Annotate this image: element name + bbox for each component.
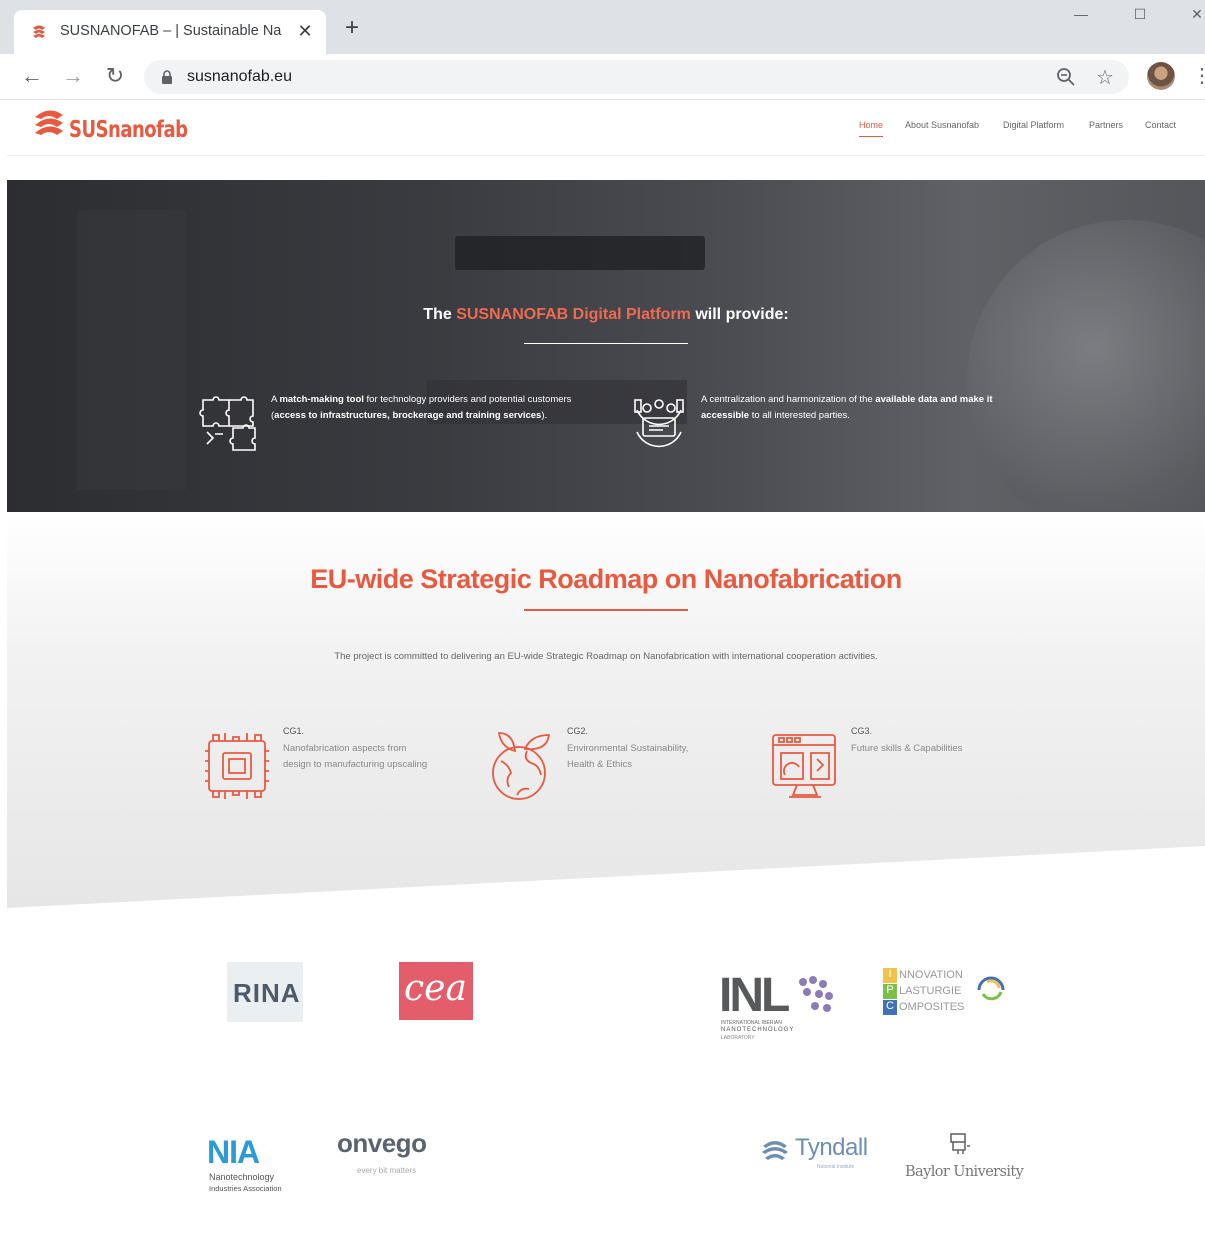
tab-strip: SUSNANOFAB – | Sustainable Na ✕ + — ☐ ✕ (0, 0, 1205, 54)
hero-background-shape (77, 210, 187, 490)
hero-title-post: will provide: (695, 306, 789, 323)
hero-title: The SUSNANOFAB Digital Platform will pro… (7, 306, 1205, 324)
tyndall-globe-icon (762, 1141, 788, 1160)
hero-background-shape (967, 220, 1205, 512)
nav-home[interactable]: Home (859, 120, 884, 137)
partner-logo-tyndall[interactable]: Tyndall National Institute (761, 1134, 881, 1174)
window-maximize-button[interactable]: ☐ (1125, 6, 1155, 28)
cg3-code: CG3. (851, 726, 873, 736)
roadmap-description: The project is committed to delivering a… (334, 651, 878, 662)
inl-wordmark: INL (719, 969, 790, 1022)
onvego-wordmark: onvego (337, 1128, 427, 1158)
forward-arrow-icon[interactable]: → (60, 64, 86, 90)
ipc-letter-c: C (883, 1000, 897, 1015)
globe-leaf-icon (492, 732, 551, 800)
menu-dots-icon[interactable]: ⋮ (1192, 64, 1205, 88)
tyndall-sub: National Institute (817, 1164, 855, 1170)
chip-icon (205, 733, 269, 799)
back-arrow-icon[interactable]: ← (19, 64, 45, 90)
address-bar[interactable]: susnanofab.eu ☆ (144, 60, 1129, 94)
baylor-crest-icon (950, 1133, 970, 1154)
computer-screen-icon (772, 734, 836, 798)
partner-logo-nia[interactable]: NIA Nanotechnology Industries Associatio… (207, 1134, 307, 1198)
inl-sub1: INTERNATIONAL IBERIAN (721, 1020, 782, 1026)
hero-title-pre: The (423, 306, 452, 323)
nav-digital-platform[interactable]: Digital Platform (1003, 120, 1064, 130)
cg2-code: CG2. (567, 726, 589, 736)
nav-about[interactable]: About Susnanofab (905, 120, 979, 130)
browser-toolbar: ← → ↻ susnanofab.eu ☆ ⋮ (0, 54, 1205, 100)
roadmap-section: EU-wide Strategic Roadmap on Nanofabrica… (7, 512, 1205, 908)
ipc-letter-i: I (883, 968, 897, 983)
browser-tab[interactable]: SUSNANOFAB – | Sustainable Na ✕ (14, 10, 326, 54)
ipc-line-3: OMPOSITES (899, 1001, 965, 1013)
ipc-line-1: NNOVATION (899, 969, 963, 981)
tab-title: SUSNANOFAB – | Sustainable Na (60, 23, 282, 39)
nia-sub2: Industries Association (209, 1184, 282, 1193)
browser-chrome: SUSNANOFAB – | Sustainable Na ✕ + — ☐ ✕ … (0, 0, 1205, 100)
cg3-item: CG3. Future skills & Capabilities (771, 726, 1011, 816)
zoom-icon[interactable] (1056, 67, 1076, 87)
roadmap-divider (524, 609, 688, 611)
partner-logo-inl[interactable]: INL INTERNATIONAL IBERIAN NANOTECHNOLOGY… (719, 968, 839, 1044)
hero-title-accent: SUSNANOFAB Digital Platform (456, 306, 691, 323)
puzzle-icon (199, 396, 256, 451)
partners-section: RINA cea INL INTERNATIONAL IBERIAN NANOT… (7, 912, 1205, 1238)
cea-wordmark: cea (404, 968, 467, 1009)
url-text[interactable]: susnanofab.eu (187, 68, 292, 86)
window-close-button[interactable]: ✕ (1182, 6, 1205, 28)
nia-wordmark: NIA (207, 1134, 260, 1170)
tab-close-icon[interactable]: ✕ (294, 20, 316, 42)
inl-sub2: NANOTECHNOLOGY (721, 1027, 795, 1033)
tyndall-wordmark: Tyndall (795, 1134, 868, 1161)
nav-contact[interactable]: Contact (1145, 120, 1176, 130)
main-nav: Home About Susnanofab Digital Platform P… (7, 120, 1205, 140)
site-header: SUSnanofab Home About Susnanofab Digital… (7, 100, 1205, 156)
cg3-description: Future skills & Capabilities (851, 743, 963, 754)
hero-section: The SUSNANOFAB Digital Platform will pro… (7, 180, 1205, 512)
nav-partners[interactable]: Partners (1089, 120, 1123, 130)
ipc-line-2: LASTURGIE (899, 985, 962, 997)
reload-icon[interactable]: ↻ (102, 64, 128, 90)
susnanofab-favicon-icon (33, 25, 45, 38)
partner-logo-cea[interactable]: cea (399, 962, 473, 1020)
feature-matchmaking-text: A match-making tool for technology provi… (271, 394, 572, 421)
feature-data-centralization: A centralization and harmonization of th… (629, 392, 1009, 462)
onvego-tagline: every bit matters (357, 1166, 417, 1175)
window-minimize-button[interactable]: — (1066, 6, 1096, 28)
lock-icon (162, 70, 172, 84)
cg1-code: CG1. (283, 726, 305, 736)
new-tab-button[interactable]: + (340, 16, 364, 41)
partner-logo-ipc[interactable]: I P C NNOVATION LASTURGIE OMPOSITES (883, 968, 1015, 1018)
ipc-swirl-icon (977, 976, 1005, 1001)
inl-sub3: LABORATORY (721, 1035, 755, 1041)
hero-background-shape (455, 236, 705, 270)
nia-sub1: Nanotechnology (209, 1172, 275, 1182)
profile-avatar[interactable] (1147, 62, 1175, 90)
cg1-item: CG1. Nanofabrication aspects from design… (203, 726, 443, 816)
cg2-description: Environmental Sustainability, Health & E… (567, 743, 689, 770)
ipc-letter-p: P (883, 984, 897, 999)
cg2-item: CG2. Environmental Sustainability, Healt… (487, 726, 727, 816)
roadmap-title: EU-wide Strategic Roadmap on Nanofabrica… (310, 564, 902, 594)
cg1-description: Nanofabrication aspects from design to m… (283, 743, 428, 770)
partner-logo-rina[interactable]: RINA (227, 962, 303, 1022)
data-people-icon (634, 399, 684, 448)
star-icon[interactable]: ☆ (1096, 65, 1114, 90)
partner-logo-onvego[interactable]: onvego every bit matters (337, 1128, 457, 1180)
hero-divider (524, 343, 688, 344)
feature-data-text: A centralization and harmonization of th… (701, 394, 993, 421)
baylor-wordmark: Baylor University (905, 1164, 1024, 1180)
feature-matchmaking: A match-making tool for technology provi… (199, 392, 579, 462)
rina-wordmark: RINA (233, 978, 301, 1008)
inl-dots-icon (799, 976, 833, 1012)
partner-logo-baylor[interactable]: Baylor University (901, 1132, 1024, 1188)
